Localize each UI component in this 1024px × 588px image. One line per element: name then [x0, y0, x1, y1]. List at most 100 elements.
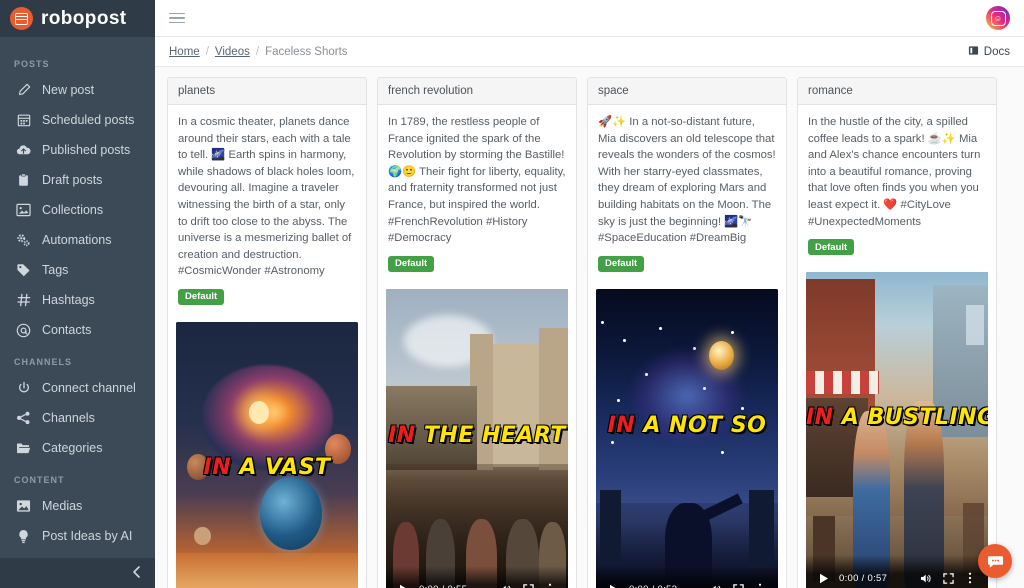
- sidebar-item-scheduled-posts[interactable]: Scheduled posts: [0, 105, 155, 135]
- breadcrumb-item-home[interactable]: Home: [169, 46, 200, 58]
- fullscreen-icon[interactable]: [937, 569, 959, 587]
- sidebar-item-post-ideas-by-ai[interactable]: Post Ideas by AI: [0, 521, 155, 551]
- pencil-icon: [16, 83, 31, 98]
- sidebar-item-published-posts[interactable]: Published posts: [0, 135, 155, 165]
- sidebar-item-label: Tags: [42, 263, 69, 277]
- video-card: romance In the hustle of the city, a spil…: [797, 77, 997, 588]
- video-caption-overlay: IN A NOT SO: [596, 415, 778, 437]
- image-frame-icon: [16, 203, 31, 218]
- sidebar-item-tags[interactable]: Tags: [0, 255, 155, 285]
- sidebar-item-label: Collections: [42, 203, 104, 217]
- caption-word-red: IN: [607, 413, 636, 439]
- sidebar-item-channels[interactable]: Channels: [0, 403, 155, 433]
- card-body: In 1789, the restless people of France i…: [378, 105, 576, 280]
- caption-word-red: IN: [203, 455, 232, 481]
- video-caption-overlay: IN A BUSTLING: [806, 407, 988, 429]
- sidebar-item-label: Contacts: [42, 323, 92, 337]
- volume-icon[interactable]: [705, 580, 727, 588]
- video-thumbnail: [596, 288, 778, 588]
- power-icon: [16, 381, 31, 396]
- chevron-left-icon: [132, 565, 141, 581]
- video-caption-overlay: IN A VAST: [176, 457, 358, 479]
- caption-word-yellow: A NOT SO: [643, 413, 767, 439]
- card-description: 🚀✨ In a not-so-distant future, Mia disco…: [598, 116, 779, 245]
- video-timecode: 0:00 / 0:55: [419, 584, 467, 588]
- sidebar-item-contacts[interactable]: Contacts: [0, 315, 155, 345]
- sidebar-item-label: Hashtags: [42, 293, 95, 307]
- play-icon[interactable]: [603, 580, 625, 588]
- caption-word-red: IN: [388, 422, 416, 448]
- kebab-menu-icon[interactable]: [959, 569, 981, 587]
- sidebar-item-categories[interactable]: Categories: [0, 433, 155, 463]
- sidebar-item-automations[interactable]: Automations: [0, 225, 155, 255]
- status-badge: Default: [178, 288, 225, 305]
- play-icon[interactable]: [813, 569, 835, 587]
- card-title: planets: [168, 78, 366, 105]
- chat-bubble-icon[interactable]: [978, 544, 1012, 578]
- card-title: romance: [798, 78, 996, 105]
- clipboard-icon: [16, 173, 31, 188]
- image-icon: [16, 499, 31, 514]
- hamburger-menu-icon[interactable]: [169, 10, 185, 27]
- book-icon: [968, 45, 979, 59]
- sidebar-item-new-post[interactable]: New post: [0, 75, 155, 105]
- lightbulb-icon: [16, 529, 31, 544]
- sidebar-item-label: Post Ideas by AI: [42, 529, 133, 543]
- caption-word-yellow: THE HEART: [423, 422, 566, 448]
- card-body: In a cosmic theater, planets dance aroun…: [168, 105, 366, 313]
- kebab-menu-icon[interactable]: [539, 580, 561, 588]
- sidebar-nav: POSTS New post Scheduled posts Published po…: [0, 37, 155, 551]
- volume-icon[interactable]: [915, 569, 937, 587]
- kebab-menu-icon[interactable]: [749, 580, 771, 588]
- status-badge: Default: [388, 255, 435, 272]
- video-player[interactable]: IN THE HEART 0:00 / 0:55: [386, 288, 568, 588]
- caption-word-red: IN: [806, 405, 834, 431]
- sidebar-section-title: CHANNELS: [14, 357, 73, 367]
- card-description: In a cosmic theater, planets dance aroun…: [178, 116, 358, 278]
- fullscreen-icon[interactable]: [727, 580, 749, 588]
- status-badge: Default: [598, 255, 645, 272]
- instagram-avatar-icon[interactable]: ☺: [986, 6, 1010, 30]
- brand[interactable]: robopost: [0, 0, 155, 37]
- video-caption-overlay: IN THE HEART: [386, 422, 568, 448]
- breadcrumb-separator: /: [255, 45, 260, 58]
- docs-button[interactable]: Docs: [968, 45, 1010, 59]
- sidebar-section-title: POSTS: [14, 59, 50, 69]
- sidebar-item-hashtags[interactable]: Hashtags: [0, 285, 155, 315]
- sidebar-section-title: CONTENT: [14, 475, 65, 485]
- breadcrumb-item-videos[interactable]: Videos: [215, 46, 250, 58]
- sidebar-item-collections[interactable]: Collections: [0, 195, 155, 225]
- video-player[interactable]: IN A VAST0:00 / 0:48: [176, 321, 358, 588]
- video-controls: 0:00 / 0:52: [596, 566, 778, 588]
- card-title: french revolution: [378, 78, 576, 105]
- sidebar-item-label: Draft posts: [42, 173, 103, 187]
- video-player[interactable]: IN A NOT SO 0:00 / 0:52: [596, 288, 778, 588]
- sidebar-item-connect-channel[interactable]: Connect channel: [0, 373, 155, 403]
- topbar: ☺: [155, 0, 1024, 37]
- sidebar-collapse-button[interactable]: [0, 558, 155, 588]
- sidebar-item-medias[interactable]: Medias: [0, 491, 155, 521]
- gears-icon: [16, 233, 31, 248]
- docs-label: Docs: [983, 45, 1010, 58]
- tag-icon: [16, 263, 31, 278]
- breadcrumb-bar: Home / Videos / Faceless Shorts Docs: [155, 37, 1024, 67]
- video-card: planets In a cosmic theater, planets danc…: [167, 77, 367, 588]
- main-area: ☺ Home / Videos / Faceless Shorts Docs plane…: [155, 0, 1024, 588]
- volume-icon[interactable]: [495, 580, 517, 588]
- breadcrumb-item-faceless-shorts: Faceless Shorts: [265, 45, 348, 58]
- cloud-upload-icon: [16, 143, 31, 158]
- sidebar-item-label: Published posts: [42, 143, 131, 157]
- video-player[interactable]: IN A BUSTLING 0:00 / 0:57: [806, 272, 988, 588]
- calendar-logo-icon: [10, 7, 33, 30]
- fullscreen-icon[interactable]: [517, 580, 539, 588]
- sidebar-item-label: New post: [42, 83, 95, 97]
- video-controls: 0:00 / 0:55: [386, 566, 568, 588]
- video-timecode: 0:00 / 0:57: [839, 572, 888, 584]
- sidebar-item-draft-posts[interactable]: Draft posts: [0, 165, 155, 195]
- card-description: In 1789, the restless people of France i…: [388, 116, 569, 245]
- video-card: french revolution In 1789, the restless p…: [377, 77, 577, 588]
- sidebar-item-label: Categories: [42, 441, 103, 455]
- video-timecode: 0:00 / 0:52: [629, 584, 677, 588]
- play-icon[interactable]: [393, 580, 415, 588]
- card-body: In the hustle of the city, a spilled cof…: [798, 105, 996, 263]
